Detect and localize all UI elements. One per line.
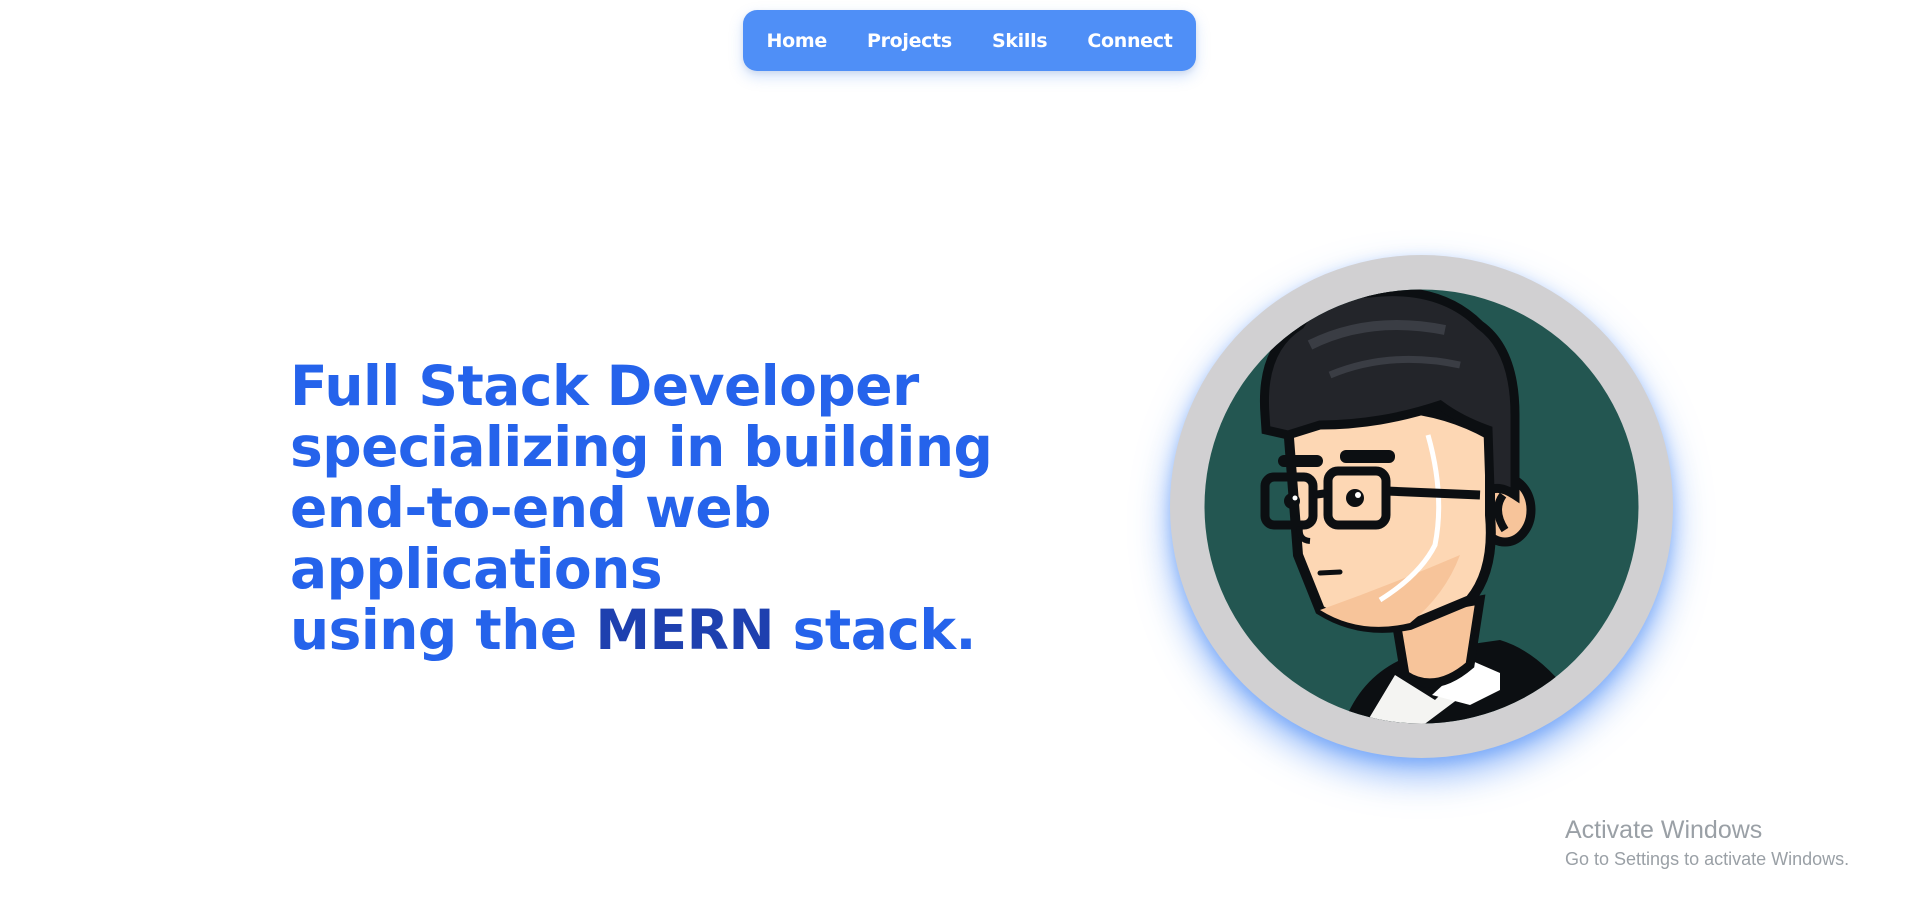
- hero-line-4: applications: [290, 537, 663, 601]
- developer-avatar-icon: [1204, 289, 1639, 724]
- hero-line-5-prefix: using the: [290, 598, 596, 662]
- hero-heading: Full Stack Developer specializing in bui…: [290, 356, 1010, 661]
- nav-projects-link[interactable]: Projects: [867, 30, 952, 52]
- avatar: [1170, 255, 1673, 758]
- nav-skills-link[interactable]: Skills: [992, 30, 1048, 52]
- nav-home-link[interactable]: Home: [766, 30, 827, 52]
- hero-line-3: end-to-end web: [290, 476, 772, 540]
- top-nav: Home Projects Skills Connect: [743, 10, 1196, 71]
- hero-line-1: Full Stack Developer: [290, 354, 919, 418]
- watermark-subtitle: Go to Settings to activate Windows.: [1565, 849, 1850, 869]
- page: Home Projects Skills Connect Full Stack …: [0, 0, 1917, 908]
- nav-connect-link[interactable]: Connect: [1087, 30, 1172, 52]
- hero-line-5-suffix: stack.: [774, 598, 977, 662]
- hero-mern-accent: MERN: [595, 598, 775, 662]
- windows-activation-watermark: Activate Windows Go to Settings to activ…: [1565, 815, 1849, 873]
- watermark-title: Activate Windows: [1565, 816, 1763, 844]
- hero-line-5: using the MERN stack.: [290, 600, 1010, 661]
- hero-line-2: specializing in building: [290, 415, 993, 479]
